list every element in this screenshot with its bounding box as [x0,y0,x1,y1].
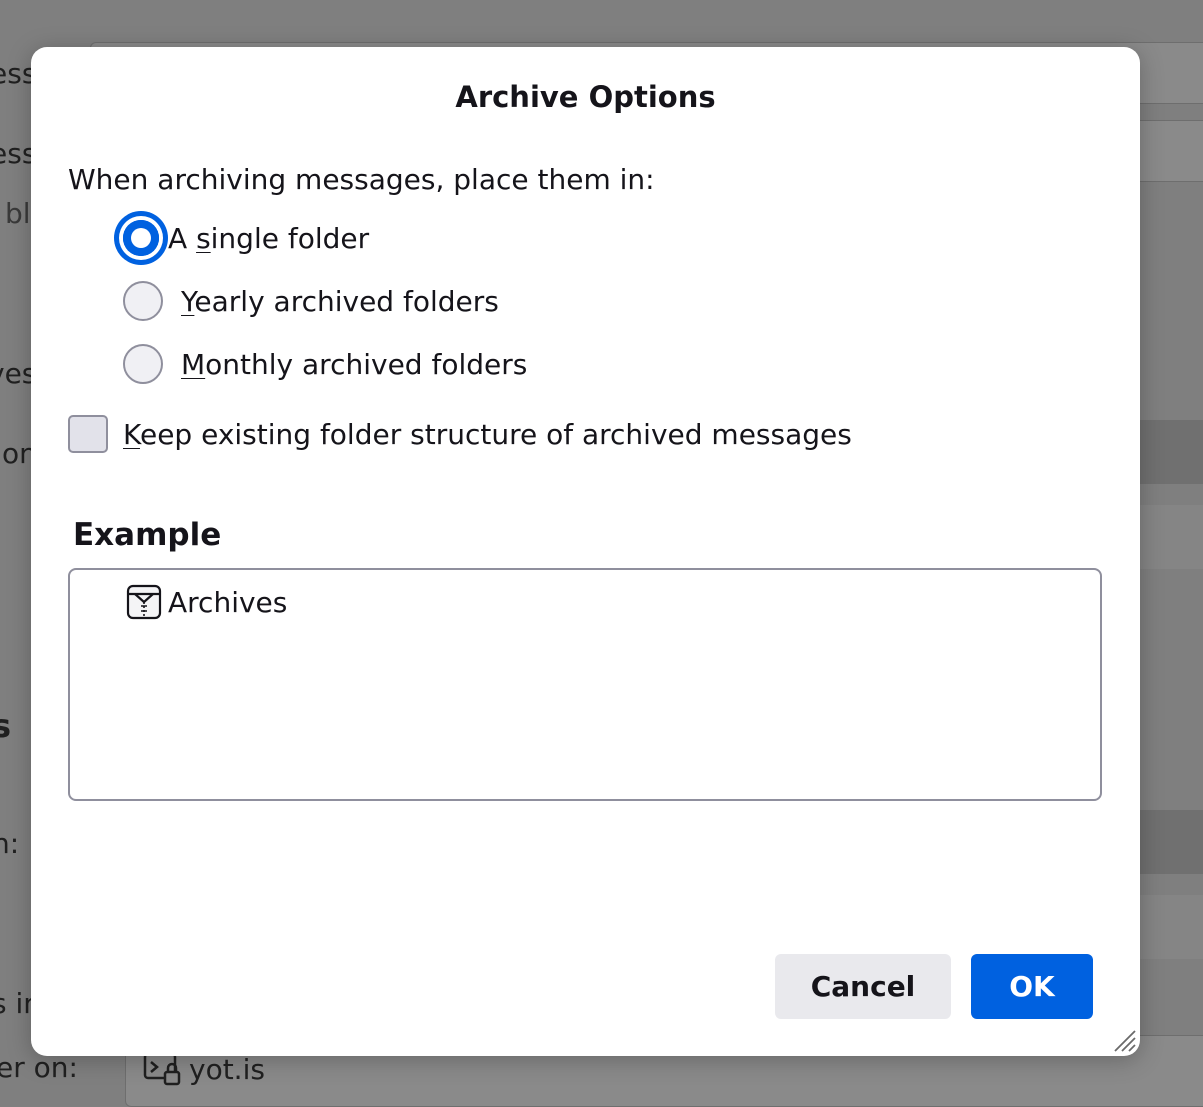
bg-text-7: n: [0,827,20,860]
cancel-button[interactable]: Cancel [775,954,951,1019]
radio-monthly-folders[interactable]: Monthly archived folders [123,344,527,384]
example-tree: Archives [68,568,1102,801]
dialog-title: Archive Options [455,80,716,114]
radio-button[interactable] [123,281,163,321]
keep-folder-structure-checkbox[interactable]: Keep existing folder structure of archiv… [68,414,852,454]
checkbox-box[interactable] [68,415,108,453]
archive-prompt-label: When archiving messages, place them in: [68,163,655,196]
radio-yearly-folders[interactable]: Yearly archived folders [123,281,499,321]
radio-monthly-folders-label: Monthly archived folders [181,347,528,381]
bg-band-1 [1130,420,1203,484]
archive-options-dialog: Archive Options When archiving messages,… [31,47,1140,1056]
keep-folder-structure-label: Keep existing folder structure of archiv… [123,417,852,451]
ok-button[interactable]: OK [971,954,1093,1019]
resize-grip-icon[interactable] [1109,1025,1137,1053]
radio-yearly-folders-label: Yearly archived folders [181,284,499,318]
server-lock-icon [143,1052,181,1086]
bg-text-6: s [0,707,12,745]
radio-button[interactable] [123,344,163,384]
bg-server-name: yot.is [189,1052,265,1086]
radio-single-folder[interactable]: A single folder [114,211,370,265]
tree-item-label: Archives [168,585,288,619]
bg-server-item: yot.is [143,1052,265,1086]
radio-single-folder-label: A single folder [168,221,370,255]
radio-button-checked[interactable] [114,211,168,265]
bg-band-2 [1130,505,1203,569]
bg-band-4 [1130,895,1203,959]
example-heading: Example [73,517,222,553]
archive-folder-icon [126,584,162,620]
tree-item-archives: Archives [126,584,287,620]
bg-band-3 [1130,810,1203,874]
